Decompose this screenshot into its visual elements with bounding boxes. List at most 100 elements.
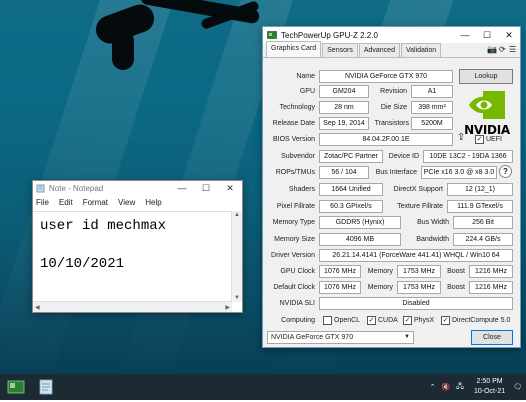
cuda-check-state: ✓ <box>367 316 376 325</box>
menu-format[interactable]: Format <box>83 196 108 210</box>
gpuz-window[interactable]: TechPowerUp GPU-Z 2.2.0 — ☐ ✕ Graphics C… <box>262 26 521 348</box>
revision-label: Revision <box>380 88 407 95</box>
shaders-label: Shaders <box>288 186 315 193</box>
sli-value: Disabled <box>319 297 513 310</box>
diesize-label: Die Size <box>380 104 407 111</box>
menu-edit[interactable]: Edit <box>59 196 73 210</box>
gpuz-tabbar: Graphics Card Sensors Advanced Validatio… <box>263 41 520 58</box>
network-icon[interactable]: 🖧 <box>456 382 464 393</box>
clock[interactable]: 2:50 PM 10-Oct-21 <box>474 377 505 397</box>
defclock-boost-value: 1216 MHz <box>469 281 513 294</box>
lookup-button[interactable]: Lookup <box>459 69 513 84</box>
refresh-icon[interactable]: ⟳ <box>499 45 506 54</box>
rops-label: ROPs/TMUs <box>275 169 315 176</box>
pixelfill-label: Pixel Fillrate <box>276 203 315 210</box>
scroll-down-icon[interactable]: ▼ <box>234 295 240 301</box>
chevron-up-icon[interactable]: ⌃ <box>430 383 436 391</box>
businterface-label: Bus Interface <box>375 169 417 176</box>
notepad-menubar: File Edit Format View Help <box>33 196 242 210</box>
buswidth-label: Bus Width <box>417 219 449 226</box>
text-line <box>40 236 225 255</box>
texturefill-label: Texture Fillrate <box>397 203 443 210</box>
directcompute-check-state: ✓ <box>441 316 450 325</box>
driver-value: 26.21.14.4141 (ForceWare 441.41) WHQL / … <box>319 249 513 262</box>
directcompute-checkbox[interactable]: ✓ DirectCompute 5.0 <box>441 316 510 325</box>
opencl-label: OpenCL <box>334 317 361 324</box>
gpuclock-boost-label: Boost <box>447 268 465 275</box>
tab-validation[interactable]: Validation <box>400 43 442 57</box>
menu-icon[interactable]: ☰ <box>509 45 516 54</box>
directx-value: 12 (12_1) <box>447 183 513 196</box>
subvendor-label: Subvendor <box>281 153 315 160</box>
opencl-checkbox[interactable]: OpenCL <box>323 316 360 325</box>
horizontal-scrollbar[interactable]: ◀ ▶ <box>33 301 232 312</box>
memtype-label: Memory Type <box>272 219 315 226</box>
buswidth-value: 256 Bit <box>453 216 513 229</box>
memsize-value: 4096 MB <box>319 233 401 246</box>
physx-label: PhysX <box>414 317 435 324</box>
tab-sensors[interactable]: Sensors <box>322 43 358 57</box>
close-dialog-button[interactable]: Close <box>471 330 513 345</box>
nvidia-logo: NVIDIA <box>462 89 512 141</box>
uefi-checkbox[interactable]: ✓ UEFI <box>475 135 502 144</box>
bios-value: 84.04.2F.00.1E <box>319 133 453 146</box>
gpu-selector-value: NVIDIA GeForce GTX 970 <box>271 334 354 341</box>
texturefill-value: 111.9 GTexel/s <box>447 200 513 213</box>
notification-icon[interactable]: 🗨 <box>513 383 522 391</box>
close-button[interactable]: ✕ <box>218 183 242 194</box>
physx-check-state: ✓ <box>403 316 412 325</box>
gpu-selector-dropdown[interactable]: NVIDIA GeForce GTX 970 ▼ <box>267 331 414 344</box>
release-value: Sep 19, 2014 <box>319 117 369 130</box>
system-tray: ⌃ 🔇 🖧 2:50 PM 10-Oct-21 🗨 <box>430 374 526 400</box>
tab-graphics-card[interactable]: Graphics Card <box>266 41 322 57</box>
cuda-label: CUDA <box>378 317 398 324</box>
computing-label: Computing <box>281 317 315 324</box>
cuda-checkbox[interactable]: ✓ CUDA <box>367 316 398 325</box>
gpu-value: GM204 <box>319 85 369 98</box>
gpuclock-memory-label: Memory <box>367 268 393 275</box>
rops-value: 56 / 104 <box>319 166 369 179</box>
scroll-up-icon[interactable]: ▲ <box>234 212 240 218</box>
minimize-button[interactable]: — <box>170 183 194 194</box>
gpuclock-boost-value: 1216 MHz <box>469 265 513 278</box>
directcompute-label: DirectCompute 5.0 <box>452 317 511 324</box>
gpuclock-memory-value: 1753 MHz <box>397 265 441 278</box>
help-icon[interactable]: ? <box>499 165 512 178</box>
scroll-right-icon[interactable]: ▶ <box>225 304 230 311</box>
volume-muted-icon[interactable]: 🔇 <box>441 383 450 391</box>
transistors-value: 5200M <box>411 117 453 130</box>
text-line: user id mechmax <box>40 218 167 234</box>
minimize-button[interactable]: — <box>454 30 476 41</box>
directx-label: DirectX Support <box>393 186 443 193</box>
defclock-value: 1076 MHz <box>319 281 361 294</box>
deviceid-label: Device ID <box>388 153 419 160</box>
text-line: 10/10/2021 <box>40 256 125 272</box>
menu-file[interactable]: File <box>36 196 49 210</box>
memsize-label: Memory Size <box>274 236 315 243</box>
share-icon[interactable]: ⇪ <box>457 132 465 143</box>
taskbar: ⌃ 🔇 🖧 2:50 PM 10-Oct-21 🗨 <box>0 374 526 402</box>
camera-icon[interactable]: 📷 <box>487 45 497 54</box>
technology-value: 28 nm <box>319 101 369 114</box>
sli-label: NVIDIA SLI <box>279 300 315 307</box>
tab-advanced[interactable]: Advanced <box>358 43 400 57</box>
maximize-button[interactable]: ☐ <box>476 30 498 41</box>
menu-help[interactable]: Help <box>145 196 161 210</box>
notepad-titlebar[interactable]: Note - Notepad — ☐ ✕ <box>33 181 242 196</box>
notepad-title: Note - Notepad <box>49 184 104 193</box>
notepad-window[interactable]: Note - Notepad — ☐ ✕ File Edit Format Vi… <box>32 180 243 313</box>
name-label: Name <box>296 73 315 80</box>
clock-date: 10-Oct-21 <box>473 388 506 395</box>
gpuz-taskbar-icon[interactable] <box>6 377 26 402</box>
vertical-scrollbar[interactable]: ▲ ▼ <box>231 211 242 302</box>
scroll-left-icon[interactable]: ◀ <box>35 304 40 311</box>
physx-checkbox[interactable]: ✓ PhysX <box>403 316 434 325</box>
close-button[interactable]: ✕ <box>498 30 520 41</box>
notepad-taskbar-icon[interactable] <box>36 377 56 397</box>
businterface-value: PCIe x16 3.0 @ x8 3.0 <box>421 166 497 179</box>
maximize-button[interactable]: ☐ <box>194 183 218 194</box>
notepad-text-area[interactable]: user id mechmax 10/10/2021 <box>33 211 232 302</box>
bandwidth-value: 224.4 GB/s <box>453 233 513 246</box>
defclock-memory-label: Memory <box>367 284 393 291</box>
menu-view[interactable]: View <box>118 196 135 210</box>
